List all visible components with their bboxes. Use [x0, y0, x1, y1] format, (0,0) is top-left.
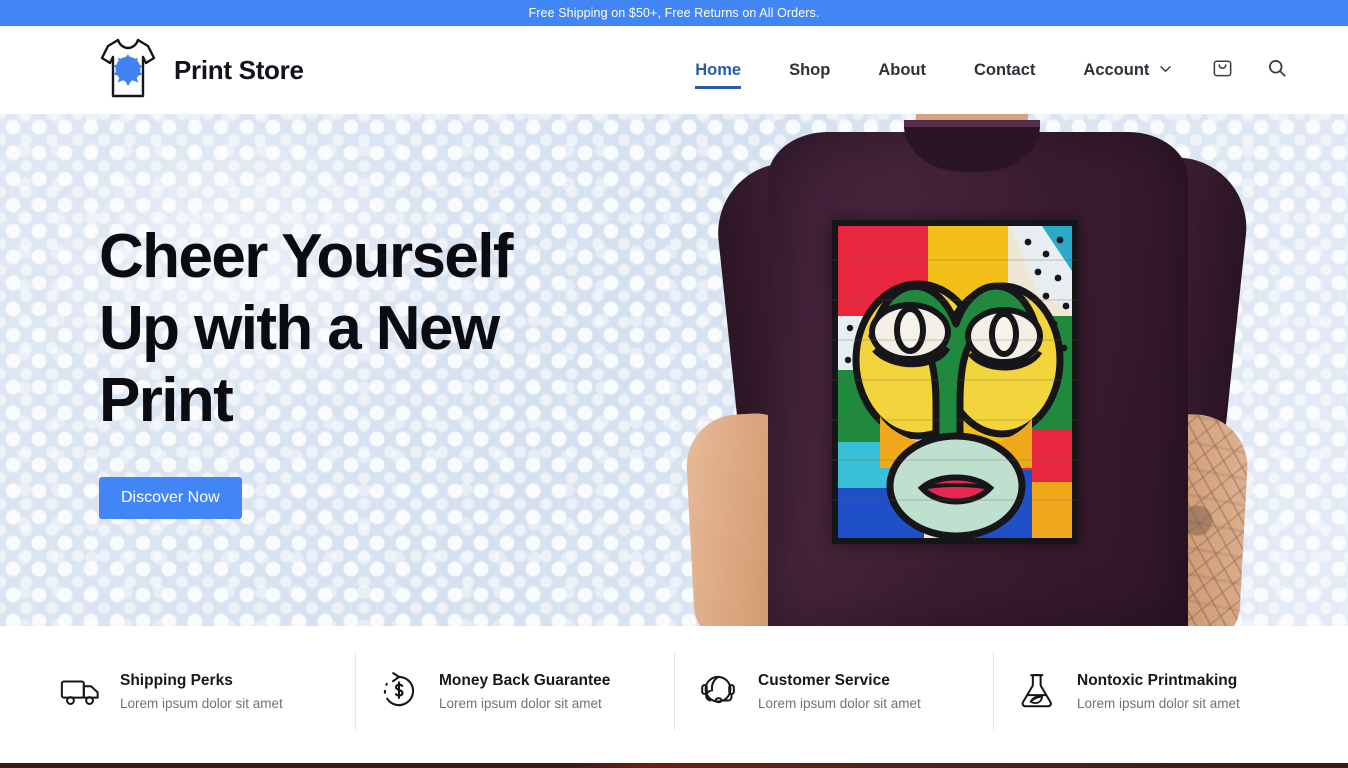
flask-leaf-icon: [1015, 669, 1059, 713]
feature-title: Nontoxic Printmaking: [1077, 671, 1238, 689]
nav-item-shop[interactable]: Shop: [789, 55, 830, 86]
brand-logo[interactable]: Print Store: [98, 34, 304, 106]
chevron-down-icon: [1160, 64, 1171, 76]
feature-customer-service: Customer Service Lorem ipsum dolor sit a…: [674, 652, 993, 730]
feature-subtitle: Lorem ipsum dolor sit amet: [1077, 695, 1240, 711]
hero-title: Cheer Yourself Up with a New Print: [99, 221, 619, 437]
search-icon: [1266, 57, 1288, 84]
announcement-bar: Free Shipping on $50+, Free Returns on A…: [0, 0, 1348, 26]
search-button[interactable]: [1266, 57, 1288, 84]
feature-subtitle: Lorem ipsum dolor sit amet: [439, 695, 602, 711]
brand-name: Print Store: [174, 54, 304, 85]
tshirt-paint-splat-icon: [98, 34, 158, 106]
hero-section: Cheer Yourself Up with a New Print Disco…: [0, 114, 1348, 626]
announcement-text: Free Shipping on $50+, Free Returns on A…: [528, 6, 820, 20]
next-section-edge: [0, 756, 1348, 768]
hero-product-photo: [648, 114, 1348, 626]
hero-title-line-3: Print: [99, 365, 234, 435]
discover-now-button[interactable]: Discover Now: [99, 476, 242, 519]
model-illustration: [648, 114, 1348, 626]
tshirt-graphic-print: [832, 220, 1078, 544]
nav-item-contact[interactable]: Contact: [974, 55, 1035, 86]
feature-shipping-perks: Shipping Perks Lorem ipsum dolor sit ame…: [36, 652, 355, 730]
feature-title: Money Back Guarantee: [439, 671, 611, 689]
delivery-truck-icon: [58, 669, 102, 713]
nav-item-account[interactable]: Account: [1083, 55, 1171, 86]
nav-item-home[interactable]: Home: [695, 55, 741, 89]
hero-title-line-2: Up with a New: [99, 294, 500, 364]
hero-title-line-1: Cheer Yourself: [99, 222, 514, 292]
feature-nontoxic-printmaking: Nontoxic Printmaking Lorem ipsum dolor s…: [993, 652, 1312, 730]
headset-icon: [696, 669, 740, 713]
feature-subtitle: Lorem ipsum dolor sit amet: [758, 695, 921, 711]
feature-title: Customer Service: [758, 671, 890, 689]
main-navigation: Home Shop About Contact Account: [671, 55, 1304, 89]
site-header: Print Store Home Shop About Contact Acco…: [0, 26, 1348, 114]
feature-bar: Shipping Perks Lorem ipsum dolor sit ame…: [0, 626, 1348, 756]
hero-copy: Cheer Yourself Up with a New Print Disco…: [99, 114, 619, 626]
money-back-icon: [377, 669, 421, 713]
shopping-bag-icon: [1211, 56, 1234, 84]
cart-button[interactable]: [1211, 56, 1234, 84]
feature-subtitle: Lorem ipsum dolor sit amet: [120, 695, 283, 711]
feature-money-back-guarantee: Money Back Guarantee Lorem ipsum dolor s…: [355, 652, 674, 730]
nav-item-about[interactable]: About: [878, 55, 926, 86]
feature-title: Shipping Perks: [120, 671, 233, 689]
